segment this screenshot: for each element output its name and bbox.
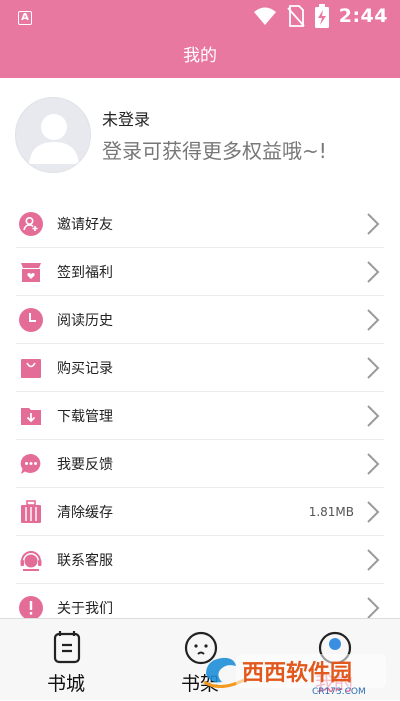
clock-icon [19, 307, 43, 332]
wifi-icon [253, 7, 276, 25]
site-watermark: 西西软件园 CR173.COM [200, 648, 390, 697]
watermark-text: 西西软件园 [242, 660, 352, 686]
menu-item-reading-history[interactable]: 阅读历史 [16, 296, 384, 344]
menu-item-label: 阅读历史 [57, 312, 113, 329]
clock-time: 2:44 [338, 5, 388, 27]
menu-item-label: 购买记录 [57, 360, 113, 377]
chevron-right-icon [367, 596, 380, 619]
download-folder-icon [19, 404, 43, 428]
profile-card[interactable]: 未登录 登录可获得更多权益哦~! [0, 78, 400, 198]
menu-item-invite-friends[interactable]: 邀请好友 [16, 200, 384, 248]
watermark-subtext: CR173.COM [312, 687, 366, 696]
sign-in-gift-icon [19, 260, 43, 284]
chevron-right-icon [367, 500, 380, 523]
luggage-icon [19, 499, 43, 524]
menu-item-label: 下载管理 [57, 408, 113, 425]
settings-menu: 邀请好友 签到福利 阅读历史 购买记录 下载管理 我要反馈 清除缓存 1.81M… [16, 200, 384, 632]
page-title: 我的 [0, 35, 400, 78]
chevron-right-icon [367, 212, 380, 235]
avatar[interactable] [15, 97, 91, 173]
menu-item-purchase-records[interactable]: 购买记录 [16, 344, 384, 392]
menu-item-label: 签到福利 [57, 264, 113, 281]
menu-item-download-management[interactable]: 下载管理 [16, 392, 384, 440]
tab-label: 书城 [46, 673, 85, 695]
username-label[interactable]: 未登录 [102, 106, 150, 130]
chevron-right-icon [367, 356, 380, 379]
menu-item-label: 清除缓存 [57, 504, 113, 521]
menu-item-label: 我要反馈 [57, 456, 113, 473]
menu-item-label: 邀请好友 [57, 216, 113, 233]
bookstore-icon [53, 631, 81, 664]
watermark-logo: 西西软件园 CR173.COM [203, 654, 386, 697]
menu-item-sign-in-rewards[interactable]: 签到福利 [16, 248, 384, 296]
default-avatar-icon [29, 114, 79, 164]
headset-icon [19, 548, 43, 572]
invite-friend-icon [19, 211, 43, 236]
chevron-right-icon [367, 452, 380, 475]
shopping-bag-icon [19, 356, 43, 380]
menu-item-customer-service[interactable]: 联系客服 [16, 536, 384, 584]
chevron-right-icon [367, 548, 380, 571]
info-icon [19, 595, 43, 620]
chevron-right-icon [367, 308, 380, 331]
menu-item-label: 联系客服 [57, 552, 113, 569]
menu-item-clear-cache[interactable]: 清除缓存 1.81MB [16, 488, 384, 536]
login-prompt[interactable]: 登录可获得更多权益哦~! [102, 135, 327, 164]
battery-charging-icon [314, 4, 329, 28]
chevron-right-icon [367, 404, 380, 427]
cache-size-value: 1.81MB [308, 504, 354, 519]
no-sim-icon [287, 5, 305, 27]
status-bar: A 2:44 [0, 0, 400, 35]
feedback-chat-icon [19, 452, 43, 476]
app-notification-icon: A [18, 11, 32, 25]
tab-bookstore[interactable]: 书城 [6, 619, 126, 701]
chevron-right-icon [367, 260, 380, 283]
menu-item-feedback[interactable]: 我要反馈 [16, 440, 384, 488]
menu-item-label: 关于我们 [57, 600, 113, 617]
